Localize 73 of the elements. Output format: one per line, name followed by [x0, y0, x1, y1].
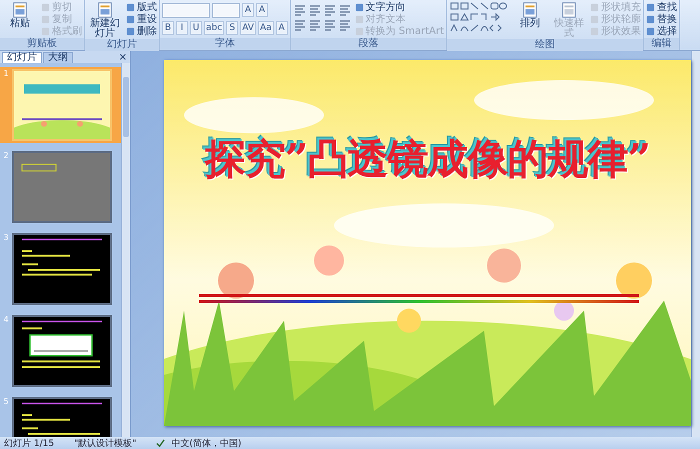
format-button[interactable]: AV: [240, 21, 256, 35]
scrollbar[interactable]: [691, 51, 700, 437]
ribbon-button[interactable]: 删除: [126, 25, 157, 37]
slide-thumbnail[interactable]: [12, 315, 112, 387]
format-button[interactable]: S: [226, 21, 238, 35]
check-icon: [156, 438, 166, 448]
format-button[interactable]: Aa: [258, 21, 274, 35]
square-icon: [41, 14, 50, 24]
square-icon: [41, 2, 50, 12]
slide-number: 5: [2, 397, 10, 406]
align-icon[interactable]: [322, 4, 337, 16]
ribbon-button[interactable]: 文字方向: [354, 1, 444, 13]
square-icon: [354, 14, 364, 24]
ribbon-button[interactable]: 版式: [126, 1, 157, 13]
language-name: 中文(简体，中国): [171, 438, 242, 449]
square-icon: [646, 14, 655, 24]
format-button[interactable]: B: [162, 21, 174, 35]
slide-title: 探究”凸透镜成像的规律”: [203, 134, 652, 185]
format-button[interactable]: U: [190, 21, 202, 35]
pane-tab[interactable]: 大纲: [43, 52, 73, 63]
close-button[interactable]: ×: [118, 53, 127, 63]
square-icon: [354, 2, 364, 12]
square-icon: [646, 26, 655, 36]
font-size-field[interactable]: [212, 3, 240, 18]
font-size-button[interactable]: A: [242, 3, 254, 17]
slide-thumbnail[interactable]: [12, 151, 112, 223]
group-label: 绘图: [446, 39, 643, 51]
font-size-button[interactable]: A: [256, 3, 268, 17]
ribbon-button[interactable]: 重设: [126, 13, 157, 25]
format-button[interactable]: I: [176, 21, 188, 35]
ribbon-button[interactable]: 选择: [646, 25, 677, 37]
align-icon[interactable]: [308, 4, 322, 16]
group-label: 编辑: [644, 38, 679, 50]
square-icon: [590, 2, 599, 12]
square-icon: [646, 2, 655, 12]
align-icon[interactable]: [292, 4, 307, 16]
slide-position: 幻灯片 1/15: [4, 438, 54, 449]
font-name-field[interactable]: [162, 3, 210, 18]
scrollbar[interactable]: [121, 63, 130, 437]
theme-name: "默认设计模板": [74, 438, 136, 449]
slide-number: 4: [2, 315, 10, 324]
slide-number: 1: [2, 69, 10, 78]
slide-thumbnail[interactable]: [12, 233, 112, 305]
document-icon: [560, 1, 578, 19]
document-icon: [520, 1, 539, 19]
slide-number: 3: [2, 233, 10, 242]
group-label: 剪贴板: [0, 38, 84, 50]
ribbon-button[interactable]: 新建幻灯片: [87, 1, 123, 39]
align-icon[interactable]: [322, 19, 337, 31]
document-icon: [11, 1, 29, 19]
pane-tab[interactable]: 幻灯片: [2, 52, 42, 63]
group-label: 段落: [290, 38, 446, 50]
slide-number: 2: [2, 151, 10, 160]
square-icon: [41, 26, 50, 36]
format-button[interactable]: A: [276, 21, 288, 35]
square-icon: [354, 26, 364, 36]
ribbon-button[interactable]: 排列: [512, 1, 548, 29]
group-label: 字体: [160, 38, 290, 50]
ribbon-button[interactable]: 粘贴: [2, 1, 38, 29]
square-icon: [590, 14, 599, 24]
ribbon-button[interactable]: 查找: [646, 1, 677, 13]
align-icon[interactable]: [292, 19, 307, 31]
align-icon[interactable]: [338, 19, 352, 31]
group-label: 幻灯片: [85, 39, 159, 51]
square-icon: [590, 26, 599, 36]
square-icon: [126, 2, 135, 12]
square-icon: [126, 14, 135, 24]
document-icon: [96, 1, 114, 19]
format-button[interactable]: abc: [204, 21, 224, 35]
align-icon[interactable]: [308, 19, 322, 31]
ribbon-button[interactable]: 替换: [646, 13, 677, 25]
square-icon: [126, 26, 135, 36]
align-icon[interactable]: [338, 4, 352, 16]
